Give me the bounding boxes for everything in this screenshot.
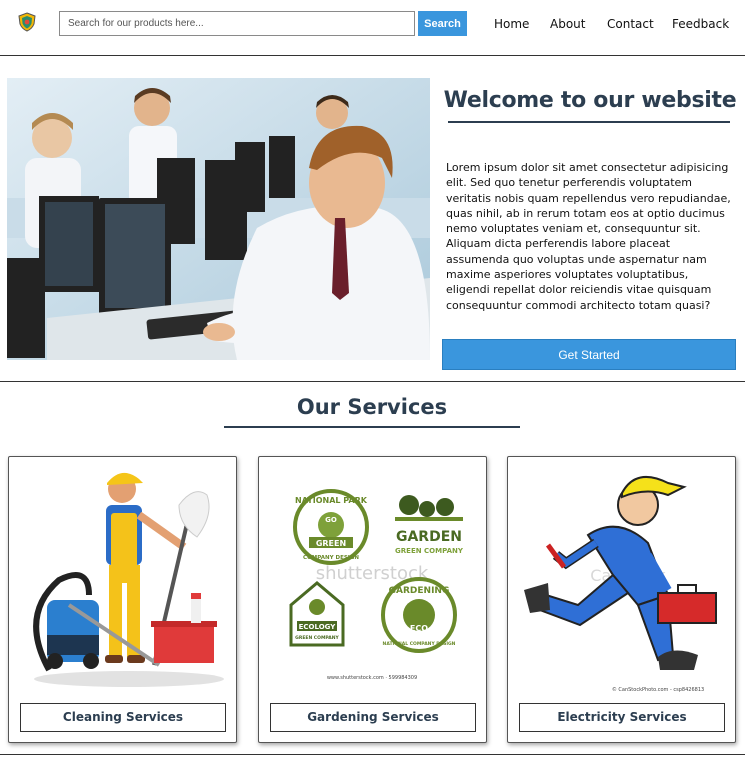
search-button[interactable]: Search xyxy=(418,11,467,36)
service-card-electricity[interactable]: CanStock © CanStockPhoto.com - csp842681… xyxy=(507,456,736,743)
electrician-illustration: CanStock © CanStockPhoto.com - csp842681… xyxy=(524,475,717,693)
hero-title-underline xyxy=(448,121,730,123)
svg-text:NATIONAL PARK: NATIONAL PARK xyxy=(295,496,368,505)
svg-text:www.shutterstock.com · 5999843: www.shutterstock.com · 599984309 xyxy=(327,675,417,681)
electricity-services-button[interactable]: Electricity Services xyxy=(519,703,725,732)
svg-text:GARDENING: GARDENING xyxy=(389,586,450,596)
svg-text:COMPANY DESIGN: COMPANY DESIGN xyxy=(303,555,359,561)
service-card-gardening[interactable]: NATIONAL PARK GO GO GREEN COMPANY DESIGN… xyxy=(258,456,487,743)
cleaning-worker-illustration xyxy=(33,472,224,687)
cleaning-services-button[interactable]: Cleaning Services xyxy=(20,703,226,732)
hero-description: Lorem ipsum dolor sit amet consectetur a… xyxy=(446,161,731,312)
nav-link-home[interactable]: Home xyxy=(494,17,529,31)
svg-text:GO: GO xyxy=(325,516,337,524)
svg-text:ECOLOGY: ECOLOGY xyxy=(299,623,337,631)
hero-title: Welcome to our website xyxy=(443,88,737,113)
svg-text:GARDEN: GARDEN xyxy=(396,529,462,545)
services-title: Our Services xyxy=(296,395,448,419)
services-title-underline xyxy=(224,426,520,428)
svg-text:© CanStockPhoto.com - csp84268: © CanStockPhoto.com - csp8426813 xyxy=(612,686,704,693)
search-input[interactable] xyxy=(59,11,415,36)
svg-text:NATIONAL COMPANY DESIGN: NATIONAL COMPANY DESIGN xyxy=(383,641,456,647)
svg-text:GREEN COMPANY: GREEN COMPANY xyxy=(395,547,464,555)
svg-text:ECO: ECO xyxy=(410,624,428,633)
section-divider xyxy=(0,381,745,382)
nav-link-contact[interactable]: Contact xyxy=(607,17,654,31)
shield-logo-icon[interactable] xyxy=(17,12,37,32)
nav-link-feedback[interactable]: Feedback xyxy=(672,17,729,31)
svg-text:GREEN: GREEN xyxy=(316,539,346,548)
gardening-logos-illustration: NATIONAL PARK GO GO GREEN COMPANY DESIGN… xyxy=(289,489,464,681)
service-card-cleaning[interactable]: Cleaning Services xyxy=(8,456,237,743)
gardening-services-button[interactable]: Gardening Services xyxy=(270,703,476,732)
hero-office-image xyxy=(7,78,430,360)
nav-link-about[interactable]: About xyxy=(550,17,585,31)
footer-divider xyxy=(0,754,745,755)
get-started-button[interactable]: Get Started xyxy=(442,339,736,370)
svg-text:GREEN COMPANY: GREEN COMPANY xyxy=(295,635,339,641)
navbar: Search Home About Contact Feedback xyxy=(0,0,745,56)
